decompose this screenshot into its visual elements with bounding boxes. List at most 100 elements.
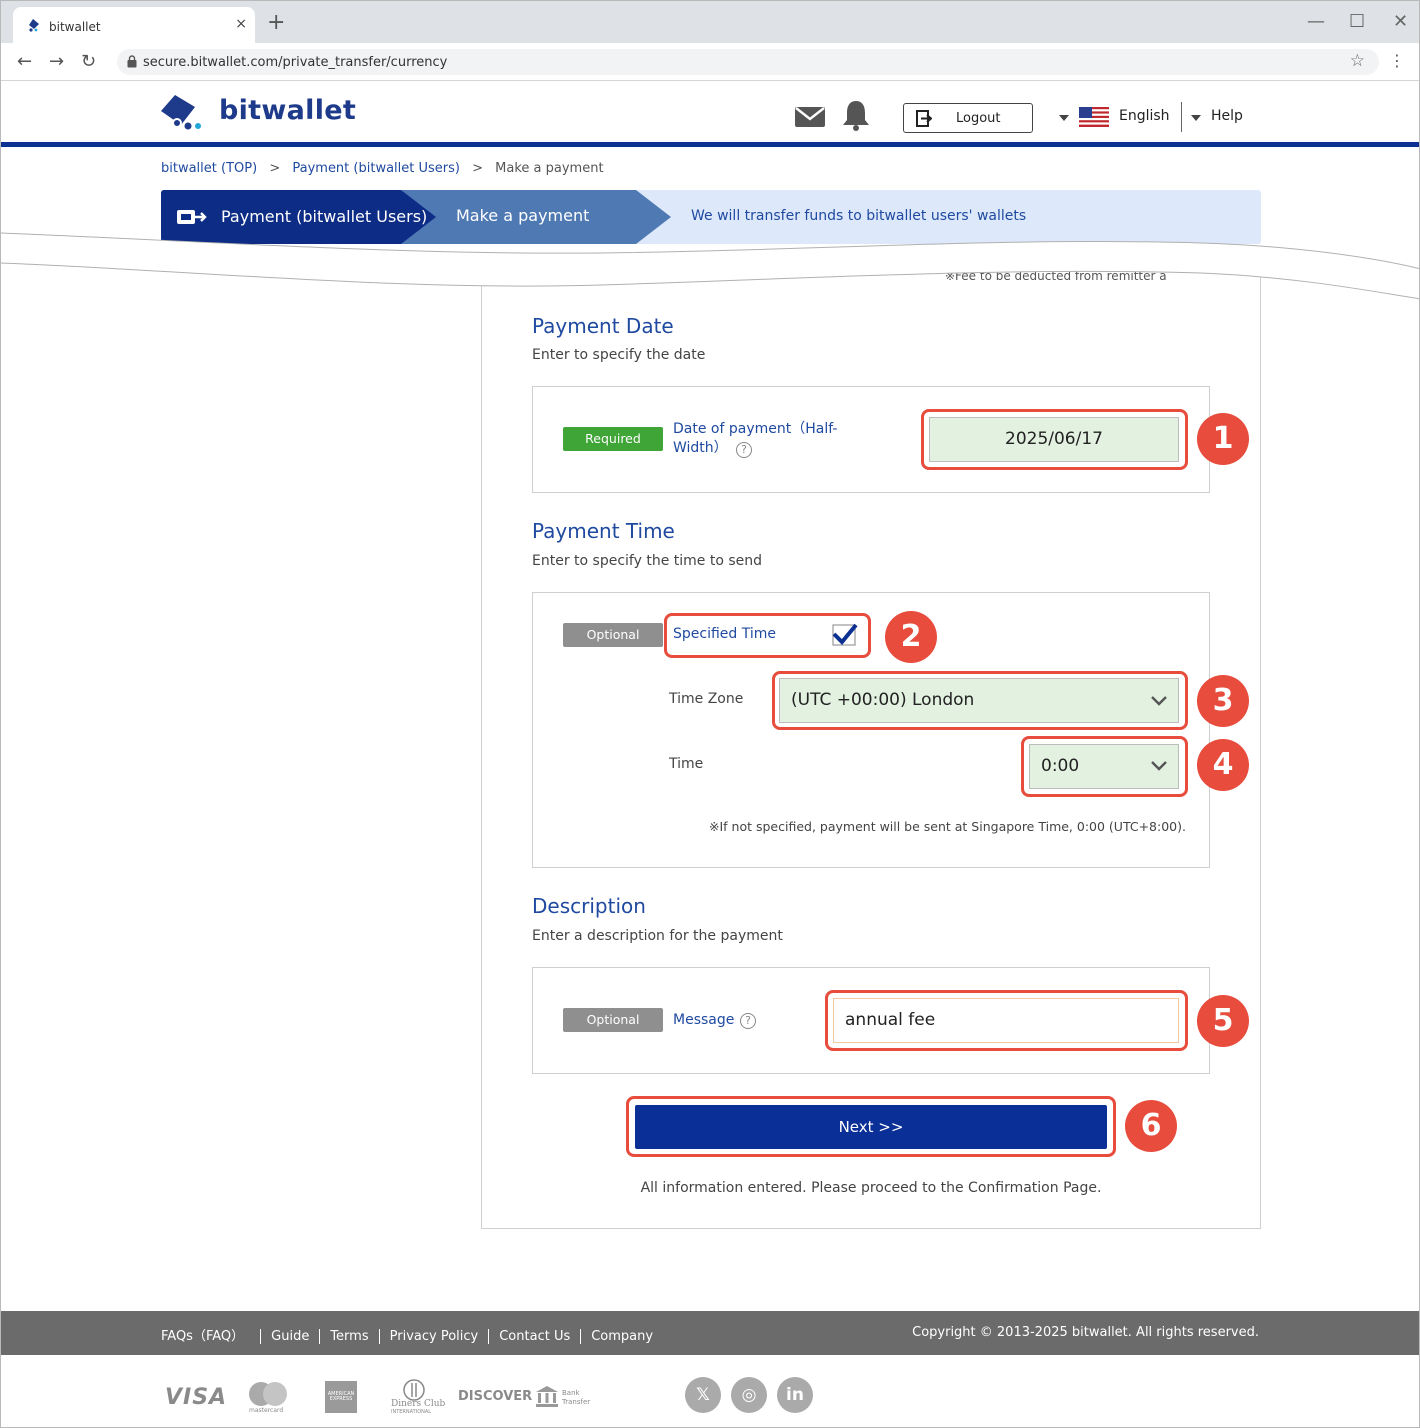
time-label: Time <box>669 756 704 772</box>
footer-links: FAQs（FAQ） Guide Terms Privacy Policy Contact… <box>161 1325 663 1344</box>
bitwallet-logo-icon[interactable] <box>161 93 209 131</box>
breadcrumb-home-link[interactable]: bitwallet (TOP) <box>161 161 257 176</box>
brand-name[interactable]: bitwallet <box>219 95 356 126</box>
chevron-down-icon <box>1151 696 1167 706</box>
diners-text: Diners Club <box>391 1399 446 1409</box>
next-button[interactable]: Next >> <box>635 1105 1107 1149</box>
minimize-icon[interactable]: — <box>1307 11 1325 32</box>
tab-close-icon[interactable]: × <box>235 16 247 32</box>
optional-badge: Optional <box>563 623 663 647</box>
footer-link-faqs[interactable]: FAQs（FAQ） <box>161 1325 260 1344</box>
site-footer: FAQs（FAQ） Guide Terms Privacy Policy Contact… <box>1 1311 1419 1355</box>
chevron-down-icon <box>1151 761 1167 771</box>
banner-section-title: Payment (bitwallet Users) <box>221 207 428 226</box>
breadcrumb: bitwallet (TOP) > Payment (bitwallet Use… <box>161 161 612 176</box>
url-bar[interactable]: secure.bitwallet.com/private_transfer/cu… <box>117 49 1379 75</box>
date-of-payment-label: Date of payment（Half- Width） <box>673 420 837 458</box>
callout-5: 5 <box>1197 995 1249 1047</box>
instagram-icon[interactable]: ◎ <box>731 1377 767 1413</box>
footer-link-terms[interactable]: Terms <box>319 1329 378 1344</box>
message-input[interactable]: annual fee <box>833 998 1179 1043</box>
callout-3: 3 <box>1197 675 1249 727</box>
logout-label: Logout <box>956 111 1001 126</box>
help-menu[interactable]: Help <box>1211 108 1243 124</box>
time-zone-label: Time Zone <box>669 691 744 707</box>
bitwallet-favicon-icon <box>29 19 39 32</box>
amex-logo: AMERICAN EXPRESS <box>325 1381 357 1413</box>
message-label: Message <box>673 1012 735 1028</box>
torn-page-divider <box>1 232 1419 300</box>
forward-icon[interactable]: → <box>49 51 64 72</box>
time-zone-value: (UTC +00:00) London <box>791 690 975 710</box>
diners-subtext: INTERNATIONAL <box>391 1409 432 1415</box>
tab-strip: bitwallet × + — ☐ ✕ <box>1 1 1419 43</box>
logout-icon <box>916 110 932 127</box>
reload-icon[interactable]: ↻ <box>81 51 96 72</box>
mastercard-logo-icon <box>249 1382 287 1406</box>
linkedin-icon[interactable]: in <box>777 1377 813 1413</box>
callout-6: 6 <box>1125 1100 1177 1152</box>
time-note: ※If not specified, payment will be sent … <box>709 819 1186 834</box>
bank-icon <box>536 1386 558 1407</box>
description-subtitle: Enter a description for the payment <box>532 928 783 944</box>
date-label-line1: Date of payment（Half- <box>673 421 838 437</box>
wallet-transfer-icon <box>177 210 207 224</box>
callout-2: 2 <box>885 611 937 663</box>
breadcrumb-current: Make a payment <box>495 161 604 176</box>
browser-window: bitwallet × + — ☐ ✕ ← → ↻ secure.bitwall… <box>0 0 1420 1428</box>
mastercard-text: mastercard <box>249 1407 284 1414</box>
banner-description: We will transfer funds to bitwallet user… <box>691 208 1027 224</box>
date-label-line2: Width） <box>673 440 728 456</box>
description-title: Description <box>532 894 646 918</box>
discover-logo: DISCOVER <box>458 1389 533 1404</box>
copyright: Copyright © 2013-2025 bitwallet. All rig… <box>912 1325 1259 1340</box>
new-tab-icon[interactable]: + <box>267 10 285 35</box>
footer-link-guide[interactable]: Guide <box>260 1329 319 1344</box>
time-value: 0:00 <box>1041 756 1080 776</box>
lock-icon <box>127 55 137 68</box>
specified-time-label[interactable]: Specified Time <box>673 625 776 644</box>
diners-club-logo-icon <box>403 1379 425 1401</box>
us-flag-icon[interactable] <box>1079 107 1109 127</box>
x-social-icon[interactable]: 𝕏 <box>685 1377 721 1413</box>
footer-link-company[interactable]: Company <box>580 1329 663 1344</box>
footer-link-privacy[interactable]: Privacy Policy <box>378 1329 489 1344</box>
breadcrumb-separator: > <box>472 161 484 176</box>
payment-time-title: Payment Time <box>532 519 675 543</box>
breadcrumb-section-link[interactable]: Payment (bitwallet Users) <box>292 161 460 176</box>
visa-logo: VISA <box>165 1385 228 1410</box>
maximize-icon[interactable]: ☐ <box>1349 11 1365 32</box>
bank-transfer-text-1: Bank <box>562 1389 580 1397</box>
help-dropdown-caret-icon[interactable] <box>1191 115 1201 121</box>
window-close-icon[interactable]: ✕ <box>1393 11 1408 32</box>
back-icon[interactable]: ← <box>17 51 32 72</box>
payment-time-subtitle: Enter to specify the time to send <box>532 553 763 569</box>
breadcrumb-separator: > <box>269 161 281 176</box>
bank-transfer-text-2: Transfer <box>562 1398 591 1406</box>
required-badge: Required <box>563 427 663 451</box>
message-help-icon[interactable]: ? <box>740 1013 756 1029</box>
tab-title: bitwallet <box>49 20 101 34</box>
language-selector[interactable]: English <box>1119 108 1170 124</box>
proceed-text: All information entered. Please proceed … <box>640 1180 1102 1196</box>
callout-1: 1 <box>1197 413 1249 465</box>
date-help-icon[interactable]: ? <box>736 442 752 458</box>
browser-menu-icon[interactable]: ⋮ <box>1389 51 1405 70</box>
payment-date-input[interactable]: 2025/06/17 <box>929 417 1179 462</box>
address-toolbar: ← → ↻ secure.bitwallet.com/private_trans… <box>1 43 1419 81</box>
payment-date-subtitle: Enter to specify the date <box>532 347 706 363</box>
notification-bell-icon[interactable] <box>841 99 871 131</box>
optional-badge: Optional <box>563 1008 663 1032</box>
footer-link-contact[interactable]: Contact Us <box>488 1329 580 1344</box>
time-zone-select[interactable]: (UTC +00:00) London <box>779 678 1179 723</box>
language-dropdown-caret-icon[interactable] <box>1059 115 1069 121</box>
specified-time-checkbox[interactable] <box>831 621 859 647</box>
site-header: bitwallet Logout English Help <box>1 81 1419 147</box>
logout-button[interactable]: Logout <box>903 103 1033 133</box>
banner-step-title: Make a payment <box>456 206 590 225</box>
header-divider <box>1181 102 1182 132</box>
bookmark-star-icon[interactable]: ☆ <box>1350 51 1365 71</box>
mail-icon[interactable] <box>795 107 825 127</box>
browser-tab[interactable]: bitwallet × <box>13 7 255 43</box>
callout-4: 4 <box>1197 739 1249 791</box>
